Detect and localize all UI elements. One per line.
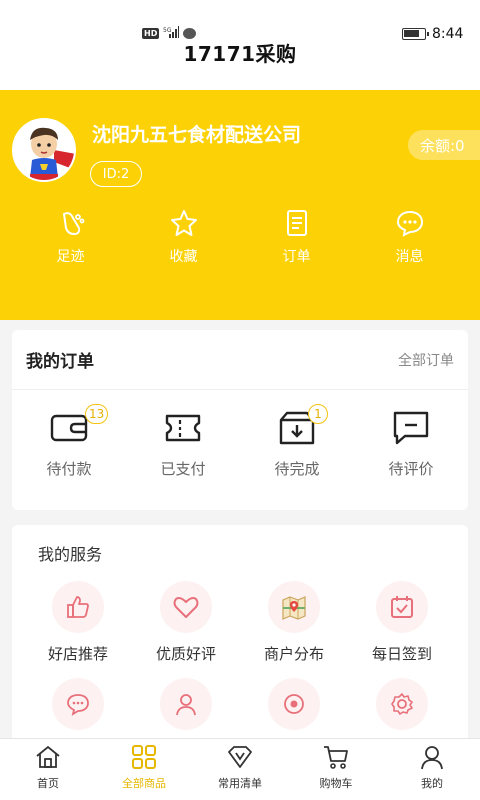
order-count-badge: 1 <box>308 404 328 424</box>
status-bar: HD 5G 17171采购 8:44 <box>0 0 480 90</box>
service-good-reviews[interactable]: 优质好评 <box>132 581 240 664</box>
quick-link-orders[interactable]: 订单 <box>240 208 353 266</box>
service-label: 商户分布 <box>263 645 324 663</box>
order-count-badge: 13 <box>85 404 109 424</box>
order-pending-completion[interactable]: 1 待完成 <box>240 404 354 479</box>
map-icon <box>282 596 306 620</box>
order-doc-icon <box>286 210 307 236</box>
service-row2-2[interactable] <box>132 678 240 730</box>
order-label: 待付款 <box>46 460 92 478</box>
service-row2-4[interactable] <box>348 678 456 730</box>
user-icon <box>421 746 443 770</box>
orders-header: 我的订单 全部订单 <box>12 330 468 390</box>
person-icon <box>176 694 196 716</box>
comment-icon <box>393 411 429 445</box>
tab-home[interactable]: 首页 <box>0 739 96 800</box>
cart-icon <box>324 746 348 769</box>
service-recommended-shops[interactable]: 好店推荐 <box>24 581 132 664</box>
bottom-tab-bar: 首页 全部商品 常用清单 购物车 我的 <box>0 738 480 800</box>
quick-links: 足迹 收藏 订单 消息 <box>0 208 480 266</box>
service-label: 优质好评 <box>155 645 216 663</box>
quick-link-label: 足迹 <box>56 249 85 265</box>
all-orders-link[interactable]: 全部订单 <box>398 350 454 370</box>
avatar[interactable] <box>12 118 76 182</box>
order-paid[interactable]: 已支付 <box>126 410 240 479</box>
eye-icon <box>284 694 304 714</box>
order-label: 待评价 <box>388 460 434 478</box>
service-merchant-map[interactable]: 商户分布 <box>240 581 348 664</box>
tab-me[interactable]: 我的 <box>384 739 480 800</box>
order-status-row: 13 待付款 已支付 1 待完成 待评价 <box>12 390 468 479</box>
superhero-avatar-icon <box>14 120 74 180</box>
orders-card: 我的订单 全部订单 13 待付款 已支付 1 待完成 待评价 <box>12 330 468 510</box>
order-label: 待完成 <box>274 460 320 478</box>
calendar-check-icon <box>391 596 413 618</box>
wallet-icon <box>50 414 88 442</box>
balance-pill[interactable]: 余额:0 <box>408 130 480 160</box>
orders-title: 我的订单 <box>26 352 94 372</box>
order-pending-review[interactable]: 待评价 <box>354 410 468 479</box>
tab-label: 购物车 <box>319 777 353 790</box>
battery-icon <box>402 28 429 40</box>
quick-link-favorites[interactable]: 收藏 <box>127 208 240 266</box>
service-label: 每日签到 <box>371 645 432 663</box>
services-grid: 好店推荐 优质好评 商户分布 每日签到 <box>12 581 468 744</box>
svg-text:5G: 5G <box>163 27 172 34</box>
service-row2-3[interactable] <box>240 678 348 730</box>
service-label: 好店推荐 <box>47 645 108 663</box>
chat-dots-icon <box>67 694 89 716</box>
hd-icon: HD <box>142 27 160 39</box>
heart-icon <box>173 597 199 618</box>
ticket-icon <box>165 414 201 442</box>
quick-link-label: 消息 <box>395 249 424 265</box>
message-bubble-icon <box>183 27 197 39</box>
quick-link-label: 订单 <box>282 249 311 265</box>
quick-link-messages[interactable]: 消息 <box>353 208 466 266</box>
service-row2-1[interactable] <box>24 678 132 730</box>
quick-link-footprint[interactable]: 足迹 <box>14 208 127 266</box>
tab-label: 我的 <box>421 777 443 790</box>
v-diamond-icon <box>228 746 252 768</box>
order-label: 已支付 <box>160 460 206 478</box>
tab-label: 常用清单 <box>218 777 262 790</box>
tab-label: 首页 <box>37 777 59 790</box>
order-pending-payment[interactable]: 13 待付款 <box>12 404 126 479</box>
message-icon <box>396 210 423 237</box>
footprint-icon <box>62 212 84 236</box>
grid-icon <box>132 745 156 769</box>
thumbs-up-icon <box>67 596 89 618</box>
user-id-badge: ID:2 <box>90 161 142 187</box>
star-icon <box>170 210 197 236</box>
profile-header: 沈阳九五七食材配送公司 ID:2 余额:0 足迹 收藏 订单 消息 <box>0 90 480 320</box>
company-name: 沈阳九五七食材配送公司 <box>92 124 302 146</box>
tab-all-products[interactable]: 全部商品 <box>96 739 192 800</box>
services-card: 我的服务 好店推荐 优质好评 商户分布 每日签到 <box>12 525 468 755</box>
tab-label: 全部商品 <box>122 777 166 790</box>
tab-cart[interactable]: 购物车 <box>288 739 384 800</box>
services-title: 我的服务 <box>38 545 103 564</box>
tab-frequent-list[interactable]: 常用清单 <box>192 739 288 800</box>
quick-link-label: 收藏 <box>169 249 198 265</box>
service-daily-checkin[interactable]: 每日签到 <box>348 581 456 664</box>
settings-gear-icon <box>391 693 413 715</box>
clock: 8:44 <box>432 26 464 42</box>
app-title: 17171采购 <box>183 42 297 66</box>
home-icon <box>36 745 60 768</box>
